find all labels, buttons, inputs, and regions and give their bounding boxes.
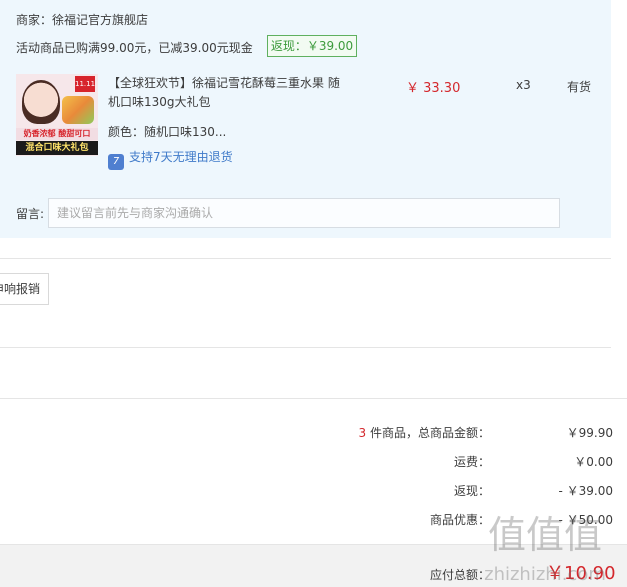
summary-shipping-row: 运费： ￥0.00 [0,453,627,473]
product-thumbnail[interactable]: 11.11 奶香浓郁 酸甜可口 混合口味大礼包 [16,74,98,156]
message-input[interactable]: 建议留言前先与商家沟通确认 [48,198,560,228]
product-price: ￥ 33.30 [406,81,461,96]
product-variant: 颜色：随机口味130... [108,125,227,139]
items-total-label: 件商品，总商品金额： [366,426,490,440]
invoice-button[interactable]: 申响报销 [0,273,49,305]
shop-name[interactable]: 商家：徐福记官方旗舰店 [16,11,148,28]
promo-text: 活动商品已购满99.00元，已减39.00元现金 [16,41,253,55]
items-total-value: ￥99.90 [566,426,613,440]
snack-photo [62,96,94,124]
watermark-url: zhizhizhi.com [484,564,606,585]
product-title[interactable]: 【全球狂欢节】徐福记雪花酥莓三重水果 随机口味130g大礼包 [108,74,348,112]
rebate-badge: 返现：￥39.00 [267,35,357,57]
site-watermark: 值值值 zhizhizhi.com [484,513,606,585]
divider [0,398,627,399]
thumb-pack-name: 混合口味大礼包 [16,141,98,155]
divider [0,258,611,259]
stock-status: 有货 [567,80,592,94]
message-label: 留言: [16,207,45,221]
model-photo [22,80,60,124]
cashback-value: - ￥39.00 [558,484,614,498]
seven-day-return-icon: 7 [108,154,124,170]
cashback-label: 返现： [453,484,490,498]
items-summary-label: 3 件商品，总商品金额： [359,424,490,441]
return-policy-label: 支持7天无理由退货 [129,150,233,164]
summary-items-row: 3 件商品，总商品金额： ￥99.90 [0,424,627,444]
divider [0,347,611,348]
watermark-logo: 值值值 [488,513,602,557]
shipping-label: 运费： [453,455,490,469]
thumb-slogan: 奶香浓郁 酸甜可口 [16,128,98,140]
return-policy[interactable]: 7 支持7天无理由退货 [108,148,233,170]
sale-badge: 11.11 [75,76,95,92]
summary-cashback-row: 返现： - ￥39.00 [0,482,627,502]
shipping-value: ￥0.00 [574,455,613,469]
product-quantity: x3 [516,78,531,92]
